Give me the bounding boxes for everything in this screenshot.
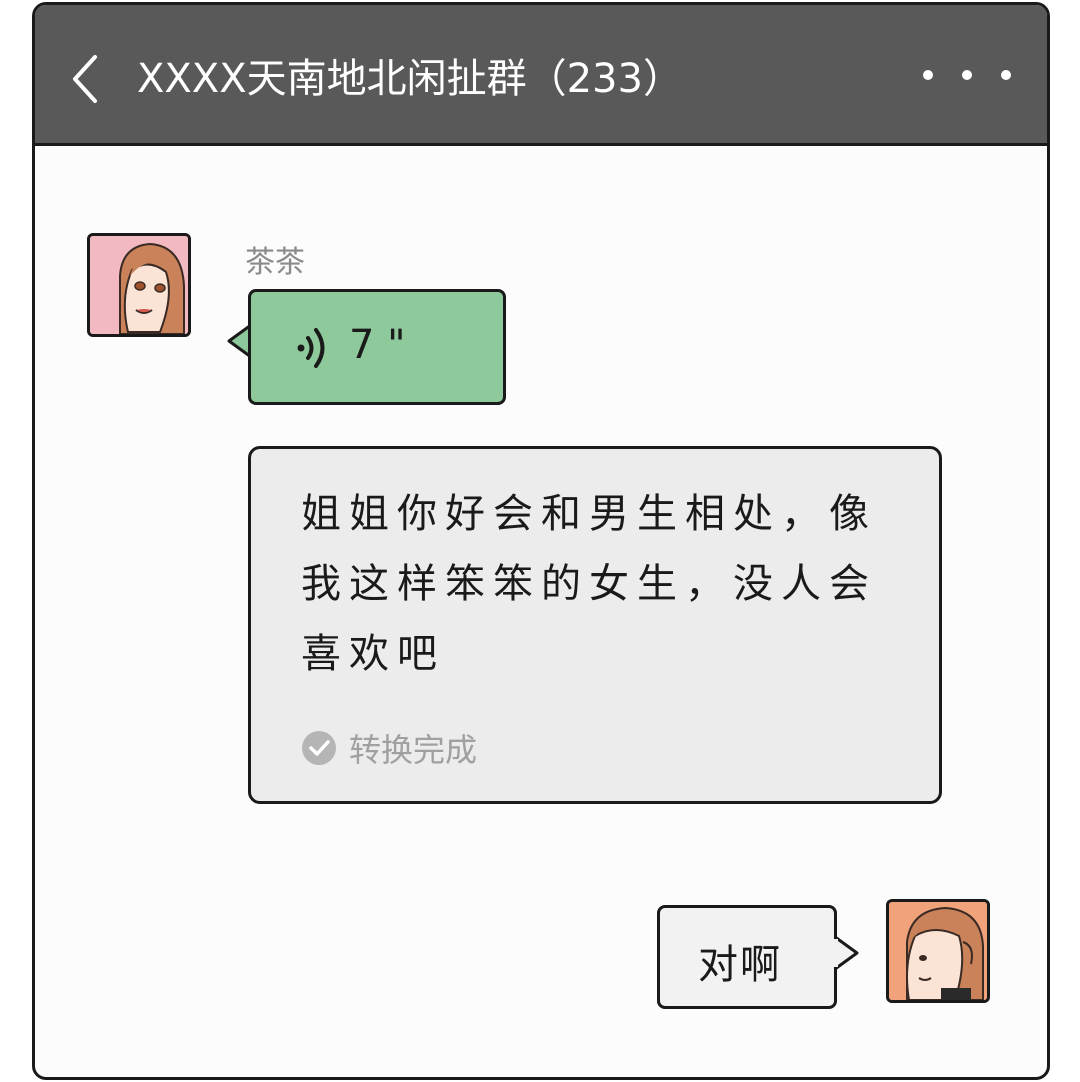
check-circle-icon — [302, 731, 336, 765]
more-button[interactable] — [923, 63, 1011, 87]
avatar-illustration — [90, 236, 188, 334]
chat-header: XXXX天南地北闲扯群（233） — [35, 5, 1047, 146]
chat-window: XXXX天南地北闲扯群（233） 茶茶 7 " 姐姐你好会和男生相处，像我这样笨… — [32, 2, 1050, 1080]
chat-title: XXXX天南地北闲扯群（233） — [137, 56, 683, 102]
voice-wave-icon — [297, 328, 325, 368]
self-message-bubble[interactable]: 对啊 — [657, 905, 837, 1009]
sender-name: 茶茶 — [245, 245, 305, 280]
transcription-bubble[interactable]: 姐姐你好会和男生相处，像我这样笨笨的女生，没人会喜欢吧 转换完成 — [248, 446, 942, 804]
convert-status: 转换完成 — [301, 725, 477, 771]
back-button[interactable] — [65, 51, 105, 107]
more-dot — [1001, 70, 1011, 80]
convert-status-text: 转换完成 — [349, 731, 478, 769]
avatar-illustration — [889, 902, 987, 1000]
self-message-text: 对啊 — [698, 942, 782, 988]
more-dot — [962, 70, 972, 80]
more-dots-icon — [923, 70, 933, 80]
transcription-text: 姐姐你好会和男生相处，像我这样笨笨的女生，没人会喜欢吧 — [301, 491, 877, 677]
bubble-tail — [834, 935, 859, 971]
chevron-left-icon — [73, 55, 97, 103]
self-avatar[interactable] — [886, 899, 990, 1003]
voice-duration: 7 " — [349, 322, 406, 368]
voice-message-bubble[interactable]: 7 " — [248, 289, 506, 405]
sender-avatar[interactable] — [87, 233, 191, 337]
